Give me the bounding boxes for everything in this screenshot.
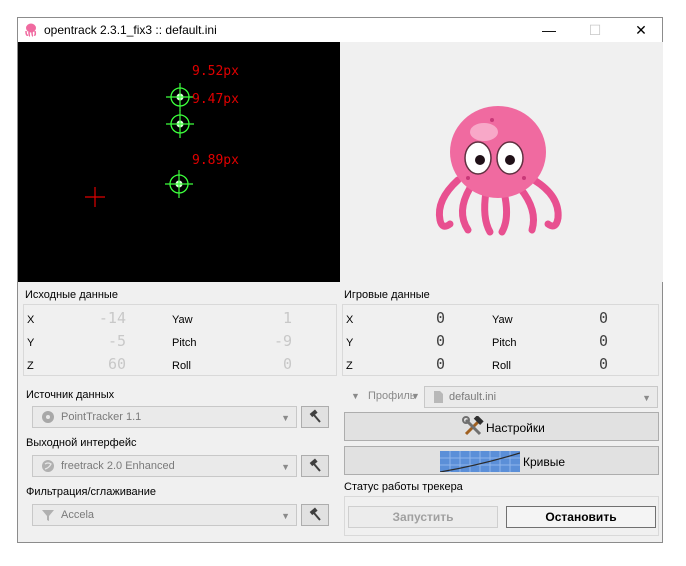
tracked-point-1 (166, 83, 194, 111)
filter-funnel-icon (42, 510, 54, 521)
settings-button-label: Настройки (486, 421, 545, 435)
game-y-value: 0 (435, 332, 445, 350)
raw-z-value: 60 (107, 355, 126, 373)
curves-button-label: Кривые (523, 455, 566, 469)
raw-x-value: -14 (98, 309, 126, 327)
maximize-icon: ☐ (588, 22, 602, 38)
stop-button[interactable]: Остановить (506, 506, 656, 528)
raw-data-group: X -14 Y -5 Z 60 Yaw 1 Pitch -9 Roll 0 (23, 304, 337, 376)
hammer-icon (309, 409, 321, 423)
start-button[interactable]: Запустить (348, 506, 498, 528)
curve-graph-icon (440, 451, 520, 472)
raw-data-title: Исходные данные (25, 289, 118, 301)
status-title: Статус работы трекера (344, 481, 463, 493)
octopus-mascot-icon (435, 106, 562, 236)
output-settings-button[interactable] (301, 455, 329, 477)
curves-button[interactable]: Кривые (344, 446, 659, 475)
mascot-area (340, 42, 663, 282)
output-combo[interactable]: freetrack 2.0 Enhanced ▼ (32, 455, 297, 477)
game-roll-value: 0 (598, 355, 608, 373)
source-title: Источник данных (26, 389, 115, 401)
game-z-label: Z (346, 360, 353, 372)
game-x-value: 0 (435, 309, 445, 327)
point-size-label: 9.89px (192, 153, 239, 168)
tracking-overlay (85, 83, 194, 207)
filter-settings-button[interactable] (301, 504, 329, 526)
game-data-group: X 0 Y 0 Z 0 Yaw 0 Pitch 0 Roll 0 (342, 304, 659, 376)
source-value: PointTracker 1.1 (61, 411, 142, 423)
main-window: opentrack 2.3.1_fix3 :: default.ini — ☐ … (17, 17, 663, 543)
hammer-icon (309, 458, 321, 472)
source-combo[interactable]: PointTracker 1.1 ▼ (32, 406, 297, 428)
pointtracker-icon (42, 411, 54, 423)
raw-z-label: Z (27, 360, 34, 372)
chevron-down-icon: ▼ (281, 413, 290, 423)
point-size-label: 9.47px (192, 92, 239, 107)
octopus-app-icon (25, 23, 37, 37)
raw-pitch-label: Pitch (172, 337, 197, 349)
freetrack-icon (42, 460, 54, 472)
center-crosshair (85, 187, 105, 207)
start-button-label: Запустить (392, 510, 454, 524)
filter-value: Accela (61, 509, 95, 521)
stop-button-label: Остановить (545, 510, 617, 524)
raw-roll-value: 0 (282, 355, 292, 373)
raw-yaw-value: 1 (282, 309, 292, 327)
close-button[interactable]: ✕ (618, 18, 664, 42)
close-icon: ✕ (635, 22, 647, 38)
game-roll-label: Roll (492, 360, 511, 372)
hammer-icon (309, 507, 321, 521)
chevron-down-icon: ▼ (411, 391, 420, 401)
chevron-down-icon: ▼ (281, 462, 290, 472)
game-pitch-value: 0 (598, 332, 608, 350)
game-pitch-label: Pitch (492, 337, 517, 349)
window-title: opentrack 2.3.1_fix3 :: default.ini (44, 23, 217, 37)
profile-combo[interactable]: default.ini ▼ (424, 386, 658, 408)
minimize-icon: — (542, 22, 556, 38)
output-title: Выходной интерфейс (26, 437, 137, 449)
filter-title: Фильтрация/сглаживание (26, 486, 157, 498)
game-data-title: Игровые данные (344, 289, 430, 301)
source-settings-button[interactable] (301, 406, 329, 428)
profile-label: Профиль (368, 390, 416, 402)
raw-yaw-label: Yaw (172, 314, 193, 326)
tracked-point-3 (165, 170, 193, 198)
profile-file-icon (434, 391, 443, 403)
video-preview: 9.52px 9.47px 9.89px (18, 42, 340, 282)
filter-combo[interactable]: Accela ▼ (32, 504, 297, 526)
point-size-label: 9.52px (192, 64, 239, 79)
game-y-label: Y (346, 337, 354, 349)
game-z-value: 0 (435, 355, 445, 373)
profile-value: default.ini (449, 391, 497, 403)
settings-button[interactable]: Настройки (344, 412, 659, 441)
chevron-down-icon: ▼ (642, 393, 651, 403)
raw-x-label: X (27, 314, 35, 326)
tools-icon (462, 416, 484, 436)
tracked-point-2 (166, 110, 194, 138)
raw-y-value: -5 (107, 332, 126, 350)
raw-roll-label: Roll (172, 360, 191, 372)
raw-y-label: Y (27, 337, 35, 349)
status-group: Запустить Остановить (344, 496, 659, 536)
game-yaw-label: Yaw (492, 314, 513, 326)
profile-menu-arrow-icon[interactable]: ▼ (351, 391, 360, 401)
raw-pitch-value: -9 (273, 332, 292, 350)
game-x-label: X (346, 314, 354, 326)
minimize-button[interactable]: — (526, 18, 572, 42)
game-yaw-value: 0 (598, 309, 608, 327)
output-value: freetrack 2.0 Enhanced (61, 460, 175, 472)
title-bar[interactable]: opentrack 2.3.1_fix3 :: default.ini — ☐ … (18, 18, 662, 42)
chevron-down-icon: ▼ (281, 511, 290, 521)
maximize-button[interactable]: ☐ (572, 18, 618, 42)
